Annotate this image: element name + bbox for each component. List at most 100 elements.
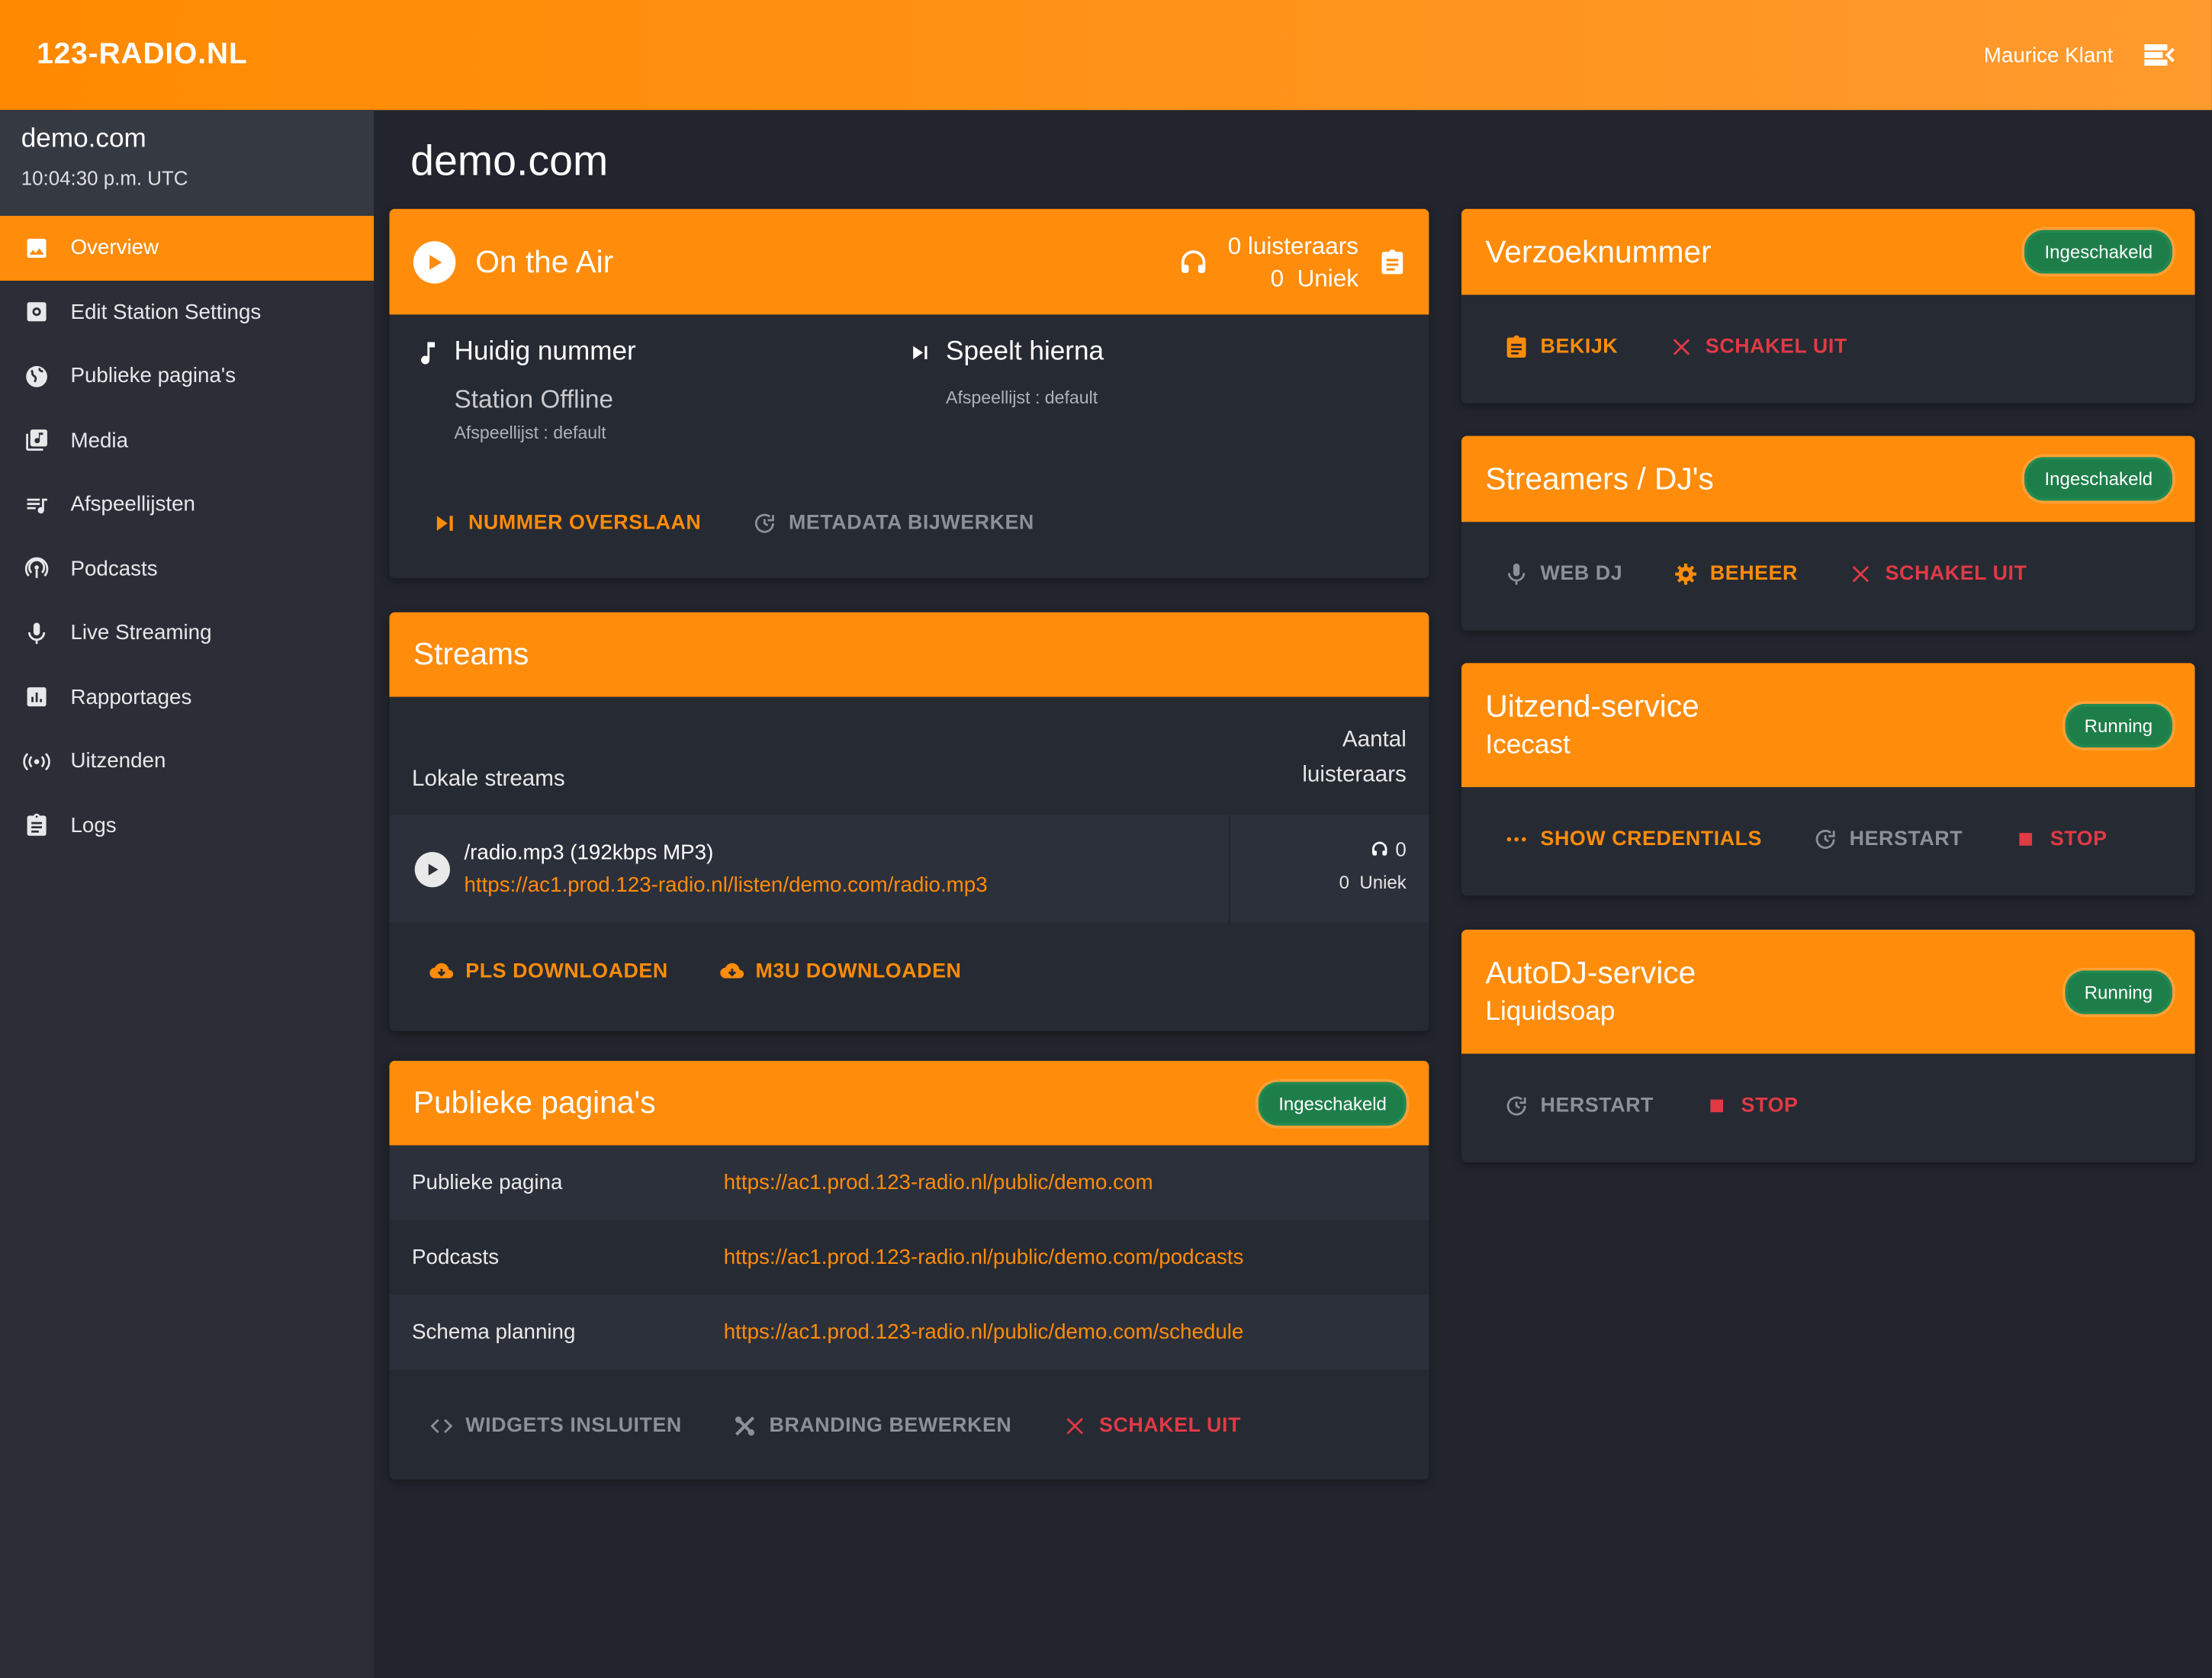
local-streams-label: Lokale streams: [412, 767, 565, 792]
restart-broadcast-button[interactable]: HERSTART: [1813, 827, 1963, 852]
row-link[interactable]: https://ac1.prod.123-radio.nl/public/dem…: [724, 1320, 1244, 1344]
skip-song-button[interactable]: NUMMER OVERSLAAN: [432, 510, 701, 535]
clipboard-icon: [1506, 335, 1526, 358]
row-label: Podcasts: [412, 1246, 500, 1270]
broadcast-service-card: Uitzend-service Icecast Running SHOW CRE…: [1461, 663, 2195, 896]
image-icon: [23, 234, 51, 262]
station-time: 10:04:30 p.m. UTC: [21, 166, 188, 189]
status-badge: Ingeschakeld: [2024, 457, 2173, 501]
sidebar-item-live-streaming[interactable]: Live Streaming: [0, 601, 374, 665]
broadcast-service-header: Uitzend-service Icecast Running: [1461, 663, 2195, 787]
edit-branding-button[interactable]: BRANDING BEWERKEN: [732, 1413, 1011, 1439]
sidebar-item-overview[interactable]: Overview: [0, 215, 375, 281]
more-horizontal-icon: [1506, 837, 1526, 842]
cloud-download-icon: [429, 963, 454, 979]
stream-name: /radio.mp3 (192kbps MP3): [464, 841, 714, 865]
code-icon: [430, 1419, 453, 1434]
sidebar-item-broadcast[interactable]: Uitzenden: [0, 729, 374, 793]
sidebar-item-media[interactable]: Media: [0, 408, 374, 472]
web-dj-label: WEB DJ: [1540, 562, 1623, 586]
stop-autodj-label: STOP: [1741, 1095, 1799, 1117]
autodj-service-card: AutoDJ-service Liquidsoap Running HERSTA…: [1461, 929, 2195, 1162]
on-air-card: On the Air 0 luisteraars 0 Uniek Huidig …: [389, 208, 1429, 579]
sidebar-item-label: Publieke pagina's: [70, 364, 236, 389]
disable-requests-button[interactable]: SCHAKEL UIT: [1669, 334, 1847, 359]
disable-streamers-button[interactable]: SCHAKEL UIT: [1849, 561, 2027, 587]
streamers-card: Streamers / DJ's Ingeschakeld WEB DJ BEH…: [1461, 436, 2195, 631]
brand-logo[interactable]: 123-RADIO.NL: [37, 38, 248, 72]
queue-music-icon: [23, 490, 51, 519]
sidebar-item-label: Logs: [70, 813, 117, 838]
main-content: demo.com On the Air 0 luisteraars 0 Unie…: [374, 110, 2212, 1678]
table-row: Schema planning https://ac1.prod.123-rad…: [389, 1294, 1429, 1370]
play-stream-icon[interactable]: [414, 851, 450, 887]
headphones-icon: [1372, 841, 1387, 856]
skip-song-label: NUMMER OVERSLAAN: [468, 512, 702, 535]
disable-public-button[interactable]: SCHAKEL UIT: [1063, 1413, 1241, 1439]
stream-url-link[interactable]: https://ac1.prod.123-radio.nl/listen/dem…: [464, 873, 987, 897]
update-metadata-button[interactable]: METADATA BIJWERKEN: [752, 510, 1034, 535]
view-requests-button[interactable]: BEKIJK: [1503, 334, 1618, 359]
disable-requests-label: SCHAKEL UIT: [1705, 336, 1847, 358]
clipboard-icon[interactable]: [1378, 246, 1407, 278]
sidebar-item-logs[interactable]: Logs: [0, 793, 374, 857]
sidebar: demo.com 10:04:30 p.m. UTC Overview Edit…: [0, 110, 375, 1678]
refresh-icon: [755, 513, 775, 533]
stream-listeners: 0: [1395, 837, 1407, 861]
station-name: demo.com: [21, 124, 146, 154]
show-credentials-button[interactable]: SHOW CREDENTIALS: [1503, 827, 1762, 852]
stream-unique: 0 Uniek: [1339, 871, 1407, 893]
autodj-service-header: AutoDJ-service Liquidsoap Running: [1461, 929, 2195, 1054]
web-dj-button[interactable]: WEB DJ: [1503, 561, 1622, 587]
broadcast-icon: [23, 747, 51, 776]
next-track-title: Speelt hierna: [946, 337, 1104, 367]
requests-header: Verzoeknummer Ingeschakeld: [1461, 208, 2195, 295]
sidebar-item-label: Live Streaming: [70, 621, 212, 645]
gear-icon: [1675, 563, 1697, 585]
stop-autodj-button[interactable]: STOP: [1705, 1093, 1799, 1118]
close-icon: [1066, 1418, 1084, 1435]
sidebar-item-podcasts[interactable]: Podcasts: [0, 537, 374, 601]
close-icon: [1853, 566, 1870, 583]
update-metadata-label: METADATA BIJWERKEN: [789, 512, 1034, 535]
current-track-title: Huidig nummer: [454, 337, 636, 367]
streams-header: Streams: [389, 612, 1429, 697]
user-name[interactable]: Maurice Klant: [1984, 43, 2114, 66]
sidebar-item-playlists[interactable]: Afspeellijsten: [0, 473, 374, 537]
sidebar-item-edit-station-settings[interactable]: Edit Station Settings: [0, 280, 374, 344]
clipboard-icon: [23, 812, 51, 840]
mic-icon: [1508, 563, 1526, 585]
music-note-icon: [421, 342, 436, 365]
row-label: Publieke pagina: [412, 1171, 563, 1195]
stop-broadcast-button[interactable]: STOP: [2014, 827, 2108, 852]
sidebar-item-reports[interactable]: Rapportages: [0, 665, 374, 729]
table-row: Publieke pagina https://ac1.prod.123-rad…: [389, 1145, 1429, 1220]
manage-streamers-button[interactable]: BEHEER: [1673, 561, 1798, 587]
top-bar: 123-RADIO.NL Maurice Klant: [0, 0, 2212, 111]
tools-icon: [735, 1416, 755, 1436]
row-link[interactable]: https://ac1.prod.123-radio.nl/public/dem…: [724, 1246, 1244, 1269]
streamers-title: Streamers / DJ's: [1485, 460, 1714, 497]
manage-streamers-label: BEHEER: [1709, 562, 1798, 586]
table-row: Podcasts https://ac1.prod.123-radio.nl/p…: [389, 1220, 1429, 1295]
play-icon[interactable]: [413, 240, 456, 283]
stream-row: /radio.mp3 (192kbps MP3) https://ac1.pro…: [389, 815, 1429, 923]
m3u-download-button[interactable]: M3U DOWNLOADEN: [719, 960, 961, 985]
restart-autodj-button[interactable]: HERSTART: [1503, 1093, 1654, 1118]
sidebar-item-label: Rapportages: [70, 685, 192, 709]
broadcast-service-subtitle: Icecast: [1485, 730, 1571, 760]
pls-download-button[interactable]: PLS DOWNLOADEN: [429, 960, 668, 985]
sidebar-item-public-pages[interactable]: Publieke pagina's: [0, 344, 374, 408]
edit-branding-label: BRANDING BEWERKEN: [769, 1414, 1012, 1438]
embed-widgets-button[interactable]: WIDGETS INSLUITEN: [429, 1413, 682, 1439]
requests-card: Verzoeknummer Ingeschakeld BEKIJK SCHAKE…: [1461, 208, 2195, 403]
menu-collapse-icon[interactable]: [2141, 37, 2178, 73]
on-air-title: On the Air: [475, 243, 614, 279]
next-playlist: Afspeellijst : default: [946, 387, 1098, 408]
row-label: Schema planning: [412, 1320, 576, 1345]
public-pages-title: Publieke pagina's: [413, 1085, 656, 1120]
streams-card: Streams Lokale streams Aantal luisteraar…: [389, 612, 1429, 1031]
row-link[interactable]: https://ac1.prod.123-radio.nl/public/dem…: [724, 1171, 1153, 1194]
view-requests-label: BEKIJK: [1540, 336, 1619, 358]
globe-icon: [23, 362, 51, 391]
